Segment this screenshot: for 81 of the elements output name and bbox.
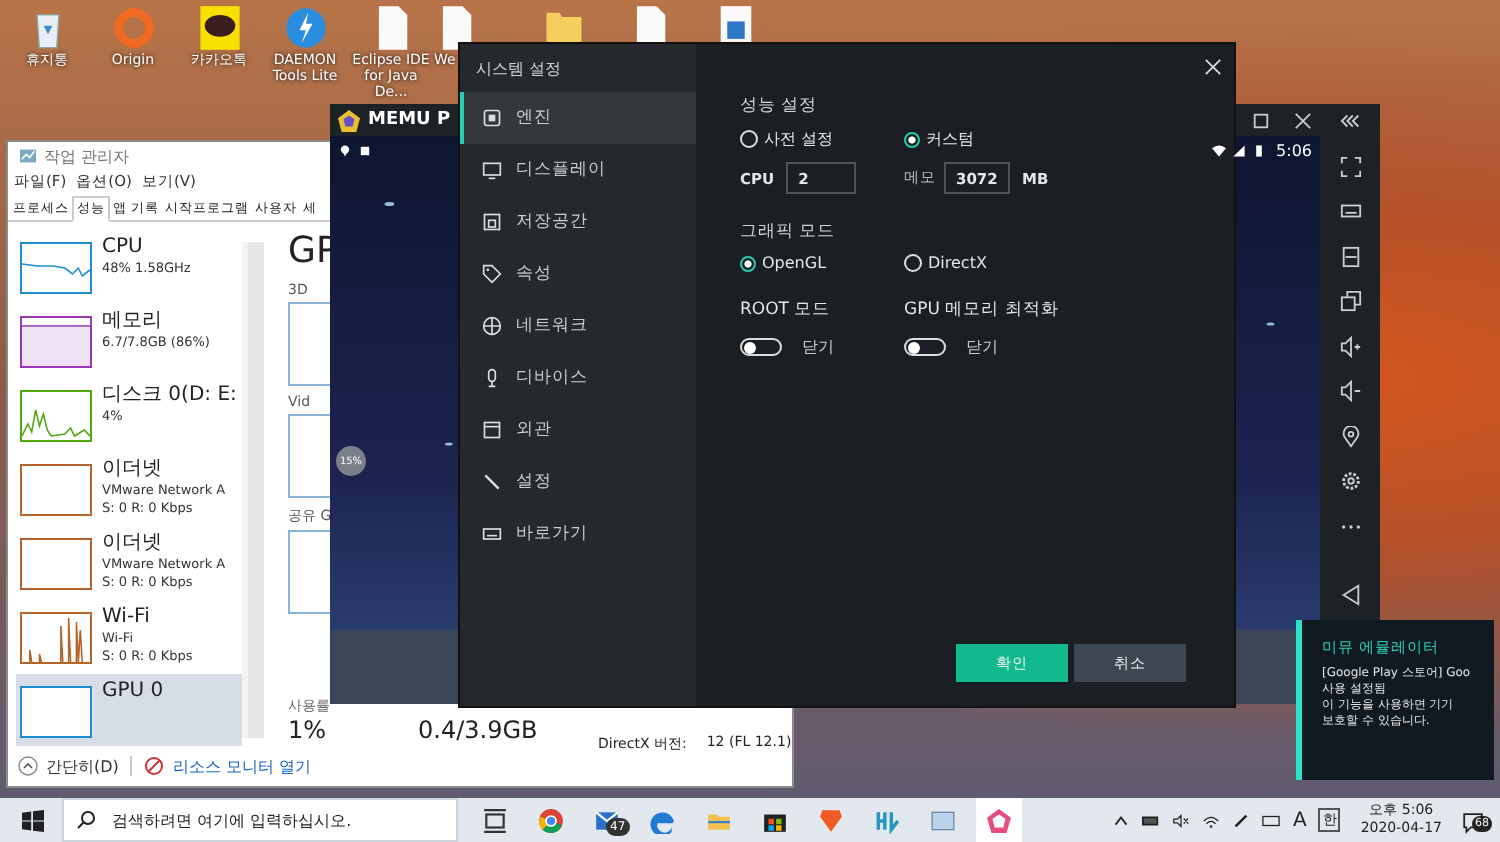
mic-icon [482,368,502,388]
dialog-title: 시스템 설정 [474,58,564,82]
wifi-icon[interactable] [1202,811,1221,829]
resource-monitor-link[interactable]: 리소스 모니터 열기 [172,755,311,777]
toggle-switch[interactable] [740,338,782,356]
resource-name: GPU 0 [102,680,164,704]
keyboard-icon[interactable] [1339,200,1361,222]
resource-item[interactable]: GPU 0 [16,674,242,746]
settings-nav-item[interactable]: 저장공간 [460,196,696,248]
close-icon[interactable] [1294,111,1312,129]
location-icon[interactable] [1339,425,1361,447]
resource-name: 이더넷 [102,458,164,482]
status-clock: 5:06 [1276,141,1312,159]
browser-icon[interactable] [538,807,564,833]
scrollbar[interactable] [242,242,264,738]
settings-nav-item[interactable]: 네트워크 [460,300,696,352]
speech-bubble-icon[interactable] [197,4,241,52]
back-icon[interactable] [1339,584,1361,606]
window-icon [482,420,502,440]
edge-browser-icon[interactable] [650,807,676,833]
display-icon [482,160,502,180]
resource-monitor-icon [144,756,165,776]
toggle-title: GPU 메모리 최적화 [904,298,1061,322]
search-icon [76,810,96,830]
keyboard-icon[interactable] [1262,811,1281,829]
settings-nav-item[interactable]: 설정 [460,456,696,508]
settings-nav-item[interactable]: 디스플레이 [460,144,696,196]
input-mode-indicator[interactable]: A [1292,809,1307,831]
settings-nav-item[interactable]: 엔진 [460,92,696,144]
search-field[interactable]: 검색하려면 여기에 입력하십시오. [62,798,458,842]
fullscreen-icon[interactable] [1339,155,1361,177]
radio-option[interactable]: DirectX [904,254,1124,272]
settings-nav-item[interactable]: 디바이스 [460,352,696,404]
chevron-up-icon[interactable] [1112,811,1131,829]
speaker-muted-icon[interactable] [1172,811,1191,829]
toggle-switch[interactable] [904,338,946,356]
maximize-icon[interactable] [1252,111,1270,129]
toggle-state: 닫기 [802,336,834,358]
battery-icon[interactable] [1142,811,1161,829]
section-title: 성능 설정 [740,94,820,118]
battery-icon [1252,143,1267,157]
window-title: 작업 관리자 [44,145,130,167]
chip-icon [482,108,502,128]
volume-up-icon[interactable] [1339,335,1361,357]
resource-name: 디스크 0(D: E: [102,384,237,408]
settings-nav-item[interactable]: 외관 [460,404,696,456]
multi-window-icon[interactable] [1339,290,1361,312]
radio-option[interactable]: 사전 설정 [740,128,904,150]
pentagon-logo-icon [338,109,360,131]
settings-nav-item[interactable]: 바로가기 [460,508,696,560]
task-view-icon[interactable] [482,807,508,833]
settings-nav-item[interactable]: 속성 [460,248,696,300]
settings-icon[interactable] [1339,470,1361,492]
collapse-icon[interactable] [1339,110,1361,132]
resource-name: Wi-Fi [102,606,152,630]
pentagon-app-icon[interactable] [986,807,1012,833]
signal-icon [1232,143,1247,157]
photos-icon[interactable] [930,807,956,833]
section-title: 그래픽 모드 [740,220,838,244]
stat-value: 0.4/3.9GB [418,716,538,744]
resource-name: 메모리 [102,310,164,334]
location-pin-icon [338,143,352,157]
globe-icon [482,316,502,336]
wifi-icon [1212,143,1227,157]
volume-down-icon[interactable] [1339,380,1361,402]
less-details-button[interactable]: 간단히(D) [46,755,119,777]
resource-name: 이더넷 [102,532,164,556]
chart-icon [20,148,36,164]
toggle-state: 닫기 [966,336,998,358]
keyboard-icon [482,524,502,544]
stat-value: 1% [288,716,329,744]
app-title: MEMU P [368,110,451,130]
radio-option[interactable]: 커스텀 [904,128,1124,150]
windows-start-icon[interactable] [22,809,44,831]
tag-icon [482,264,502,284]
toggle-title: ROOT 모드 [740,298,833,322]
radio-option[interactable]: OpenGL [740,254,904,272]
storage-icon [482,212,502,232]
resource-name: CPU [102,236,145,260]
lightning-icon[interactable] [283,4,327,52]
close-icon[interactable] [1204,58,1222,76]
